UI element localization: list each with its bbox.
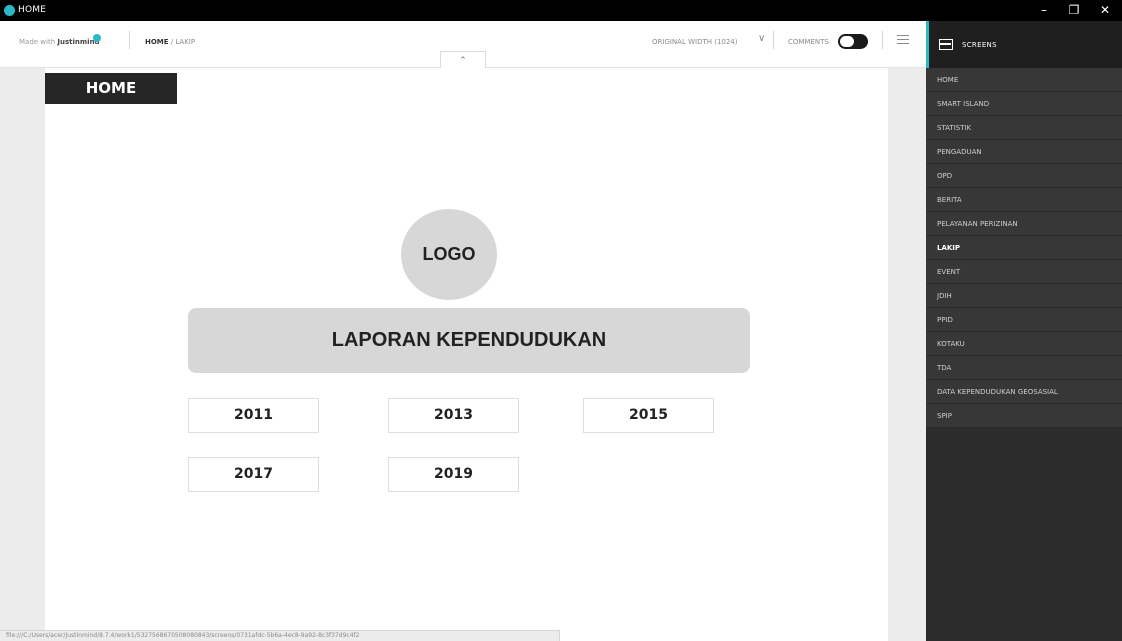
status-url: file:///C:/Users/acer/Justinmind/8.7.4/w… bbox=[0, 630, 560, 641]
chevron-down-icon[interactable]: ∨ bbox=[758, 33, 765, 44]
window-title: HOME bbox=[18, 5, 47, 15]
screen-item-pengaduan[interactable]: PENGADUAN bbox=[926, 140, 1122, 164]
screen-item-lakip[interactable]: LAKIP bbox=[926, 236, 1122, 260]
screen-item-spip[interactable]: SPIP bbox=[926, 404, 1122, 428]
made-with-prefix: Made with bbox=[19, 38, 56, 46]
screen-item-data-kependudukan[interactable]: DATA KEPENDUDUKAN GEOSASIAL bbox=[926, 380, 1122, 404]
comments-label: COMMENTS bbox=[788, 38, 829, 46]
screens-panel: SCREENS HOME SMART ISLAND STATISTIK PENG… bbox=[926, 21, 1122, 641]
toolbar-divider bbox=[773, 31, 774, 49]
screen-item-opd[interactable]: OPD bbox=[926, 164, 1122, 188]
screen-item-berita[interactable]: BERITA bbox=[926, 188, 1122, 212]
toggle-knob bbox=[840, 36, 854, 47]
screen-item-ppid[interactable]: PPID bbox=[926, 308, 1122, 332]
screen-item-home[interactable]: HOME bbox=[926, 68, 1122, 92]
year-button-2019[interactable]: 2019 bbox=[388, 457, 519, 492]
minimize-button[interactable]: – bbox=[1034, 2, 1054, 18]
window-title-bar: HOME – ❐ ✕ bbox=[0, 0, 1122, 21]
breadcrumb-home[interactable]: HOME bbox=[145, 38, 169, 46]
screen-item-kotaku[interactable]: KOTAKU bbox=[926, 332, 1122, 356]
logo-placeholder: LOGO bbox=[401, 209, 497, 300]
toolbar-divider bbox=[882, 31, 883, 49]
screen-item-smart-island[interactable]: SMART ISLAND bbox=[926, 92, 1122, 116]
made-with-label[interactable]: Made with Justinmind bbox=[19, 38, 100, 46]
screen-item-tda[interactable]: TDA bbox=[926, 356, 1122, 380]
breadcrumb: HOME / LAKIP bbox=[145, 38, 195, 46]
screen-item-event[interactable]: EVENT bbox=[926, 260, 1122, 284]
toolbar-divider bbox=[129, 31, 130, 49]
close-button[interactable]: ✕ bbox=[1095, 2, 1115, 18]
home-tab[interactable]: HOME bbox=[45, 73, 177, 104]
maximize-button[interactable]: ❐ bbox=[1064, 2, 1084, 18]
menu-icon[interactable] bbox=[897, 35, 909, 45]
comments-toggle[interactable] bbox=[838, 34, 868, 49]
collapse-toolbar-button[interactable]: ⌃ bbox=[440, 51, 486, 68]
screen-item-pelayanan-perizinan[interactable]: PELAYANAN PERIZINAN bbox=[926, 212, 1122, 236]
screens-icon bbox=[939, 39, 953, 50]
screens-panel-title: SCREENS bbox=[962, 41, 997, 49]
screen-item-jdih[interactable]: JDIH bbox=[926, 284, 1122, 308]
screens-panel-header[interactable]: SCREENS bbox=[926, 21, 1122, 68]
width-select[interactable]: ORIGINAL WIDTH (1024) bbox=[652, 38, 738, 46]
year-button-2011[interactable]: 2011 bbox=[188, 398, 319, 433]
year-button-2013[interactable]: 2013 bbox=[388, 398, 519, 433]
screens-list: HOME SMART ISLAND STATISTIK PENGADUAN OP… bbox=[926, 68, 1122, 428]
app-icon bbox=[4, 5, 15, 16]
page-banner: LAPORAN KEPENDUDUKAN bbox=[188, 308, 750, 373]
year-button-2015[interactable]: 2015 bbox=[583, 398, 714, 433]
year-button-2017[interactable]: 2017 bbox=[188, 457, 319, 492]
brand-dot-icon bbox=[93, 34, 101, 42]
breadcrumb-current: / LAKIP bbox=[168, 38, 196, 46]
screen-item-statistik[interactable]: STATISTIK bbox=[926, 116, 1122, 140]
